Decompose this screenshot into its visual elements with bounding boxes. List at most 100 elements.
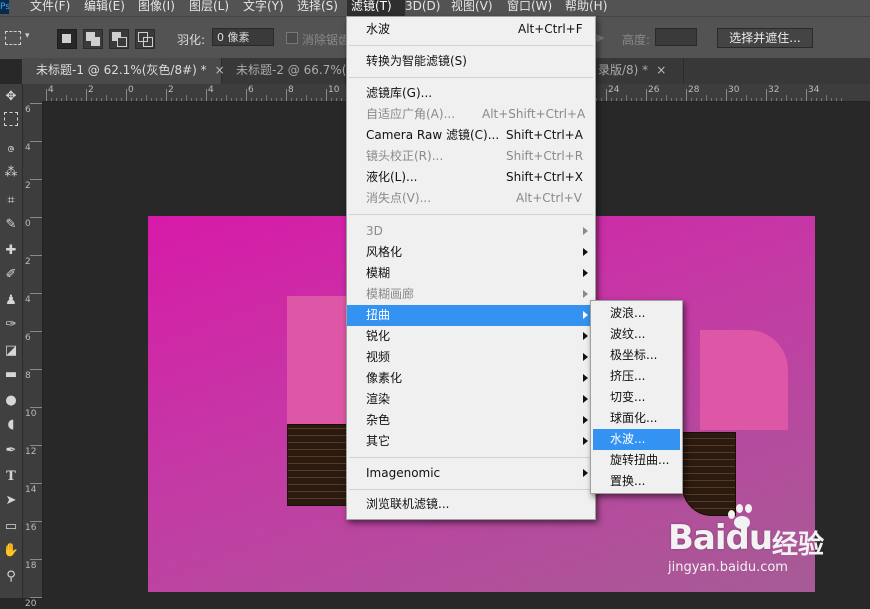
move-tool-icon[interactable]: ✥ (2, 88, 20, 106)
ruler-minor-tick (721, 98, 722, 101)
intersect-selection-button[interactable] (135, 29, 155, 49)
filter-menu-item-distort[interactable]: 扭曲 (347, 305, 595, 326)
menu-view[interactable]: 视图(V) (447, 0, 497, 16)
crop-tool-icon[interactable]: ⌗ (2, 192, 20, 210)
ruler-label: 30 (728, 85, 740, 95)
ruler-minor-tick (91, 98, 92, 101)
feather-input[interactable]: 0 像素 (212, 28, 274, 46)
hand-tool-icon[interactable]: ✋ (2, 542, 20, 560)
ruler-minor-tick (811, 98, 812, 101)
zoom-tool-icon[interactable]: ⚲ (2, 568, 20, 586)
close-icon[interactable]: × (656, 63, 666, 77)
menu-file[interactable]: 文件(F) (26, 0, 74, 16)
new-selection-button[interactable] (57, 29, 77, 49)
tab-untitled-1[interactable]: 未标题-1 @ 62.1%(灰色/8#) * × (22, 58, 225, 84)
filter-menu-item-lens-correction[interactable]: 镜头校正(R)... Shift+Ctrl+R (347, 146, 595, 167)
rectangular-marquee-tool-icon[interactable] (4, 112, 18, 126)
gradient-tool-icon[interactable]: ▬ (2, 366, 20, 384)
ruler-label: 18 (25, 561, 37, 571)
filter-menu-item-noise[interactable]: 杂色 (347, 410, 595, 431)
ruler-tick (126, 89, 127, 101)
ruler-label: 34 (808, 85, 820, 95)
lasso-tool-icon[interactable]: ဇ (2, 140, 20, 158)
filter-menu-item-filter-gallery[interactable]: 滤镜库(G)... (347, 83, 595, 104)
vertical-ruler[interactable]: 6 4 2 0 2 4 6 8 10 12 14 16 18 20 (22, 101, 43, 609)
distort-item-shear[interactable]: 切变... (591, 387, 682, 408)
type-tool-icon[interactable]: T (2, 468, 20, 486)
filter-menu-item-blur-gallery[interactable]: 模糊画廊 (347, 284, 595, 305)
ruler-label: 4 (48, 85, 54, 95)
ruler-minor-tick (836, 98, 837, 101)
photoshop-logo-icon: Ps (0, 0, 9, 14)
marquee-tool-preset-icon[interactable] (5, 31, 21, 45)
rectangle-tool-icon[interactable]: ▭ (2, 518, 20, 536)
history-brush-tool-icon[interactable]: ✑ (2, 316, 20, 334)
ruler-minor-tick (191, 98, 192, 101)
distort-item-spherize[interactable]: 球面化... (591, 408, 682, 429)
ruler-minor-tick (311, 98, 312, 101)
menu-image[interactable]: 图像(I) (134, 0, 179, 16)
ruler-minor-tick (56, 98, 57, 101)
ruler-minor-tick (821, 98, 822, 101)
distort-item-wave[interactable]: 波浪... (591, 303, 682, 324)
dodge-tool-icon[interactable]: ◖ (2, 416, 20, 434)
antialias-checkbox[interactable] (286, 32, 298, 44)
select-and-mask-button[interactable]: 选择并遮住... (717, 28, 813, 48)
pen-tool-icon[interactable]: ✒ (2, 442, 20, 460)
distort-item-zigzag[interactable]: 水波... (593, 429, 680, 450)
brush-tool-icon[interactable]: ✐ (2, 266, 20, 284)
menu-help[interactable]: 帮助(H) (561, 0, 611, 16)
eraser-tool-icon[interactable]: ◪ (2, 342, 20, 360)
filter-menu-item-browse-online[interactable]: 浏览联机滤镜... (347, 494, 595, 515)
ruler-minor-tick (746, 95, 747, 101)
distort-item-polar-coordinates[interactable]: 极坐标... (591, 345, 682, 366)
menu-window[interactable]: 窗口(W) (503, 0, 556, 16)
distort-item-ripple[interactable]: 波纹... (591, 324, 682, 345)
filter-menu-item-last-filter[interactable]: 水波 Alt+Ctrl+F (347, 19, 595, 40)
filter-menu-item-camera-raw[interactable]: Camera Raw 滤镜(C)... Shift+Ctrl+A (347, 125, 595, 146)
ruler-minor-tick (751, 98, 752, 101)
filter-menu-item-vanishing-point[interactable]: 消失点(V)... Alt+Ctrl+V (347, 188, 595, 209)
blur-tool-icon[interactable]: ● (2, 392, 20, 410)
ruler-minor-tick (196, 98, 197, 101)
filter-menu-item-imagenomic[interactable]: Imagenomic (347, 463, 595, 484)
menu-select[interactable]: 选择(S) (293, 0, 342, 16)
healing-brush-tool-icon[interactable]: ✚ (2, 242, 20, 260)
distort-item-pinch[interactable]: 挤压... (591, 366, 682, 387)
filter-menu-item-pixelate[interactable]: 像素化 (347, 368, 595, 389)
magic-wand-tool-icon[interactable]: ⁂ (2, 164, 20, 182)
menu-type[interactable]: 文字(Y) (239, 0, 288, 16)
path-selection-tool-icon[interactable]: ➤ (2, 492, 20, 510)
distort-item-twirl[interactable]: 旋转扭曲... (591, 450, 682, 471)
add-selection-button[interactable] (83, 29, 103, 49)
distort-item-displace[interactable]: 置换... (591, 471, 682, 492)
chevron-right-icon (583, 290, 588, 298)
filter-menu-item-other[interactable]: 其它 (347, 431, 595, 452)
filter-menu-item-convert-smart-filter[interactable]: 转换为智能滤镜(S) (347, 51, 595, 72)
filter-menu-item-3d[interactable]: 3D (347, 221, 595, 242)
tab-untitled-2[interactable]: 未标题-2 @ 66.7%( (222, 58, 346, 84)
chevron-down-icon[interactable]: ▾ (25, 31, 30, 41)
filter-menu-item-render[interactable]: 渲染 (347, 389, 595, 410)
ruler-minor-tick (281, 98, 282, 101)
clone-stamp-tool-icon[interactable]: ♟ (2, 292, 20, 310)
menu-layer[interactable]: 图层(L) (185, 0, 233, 16)
ruler-tick (30, 179, 42, 180)
filter-menu-item-liquify[interactable]: 液化(L)... Shift+Ctrl+X (347, 167, 595, 188)
menu-edit[interactable]: 编辑(E) (80, 0, 129, 16)
tab-document-3[interactable]: 录版/8) * × (594, 58, 684, 84)
filter-menu-item-adaptive-wide-angle[interactable]: 自适应广角(A)... Alt+Shift+Ctrl+A (347, 104, 595, 125)
subtract-selection-button[interactable] (109, 29, 129, 49)
menu-filter[interactable]: 滤镜(T) (347, 0, 405, 16)
menu-3d[interactable]: 3D(D) (401, 0, 444, 16)
filter-menu-item-blur[interactable]: 模糊 (347, 263, 595, 284)
chevron-right-icon (583, 227, 588, 235)
height-input[interactable] (655, 28, 697, 46)
ruler-minor-tick (151, 98, 152, 101)
filter-menu-item-sharpen[interactable]: 锐化 (347, 326, 595, 347)
ruler-minor-tick (256, 98, 257, 101)
eyedropper-tool-icon[interactable]: ✎ (2, 216, 20, 234)
filter-menu-item-video[interactable]: 视频 (347, 347, 595, 368)
filter-menu-item-stylize[interactable]: 风格化 (347, 242, 595, 263)
ruler-tick (30, 521, 42, 522)
